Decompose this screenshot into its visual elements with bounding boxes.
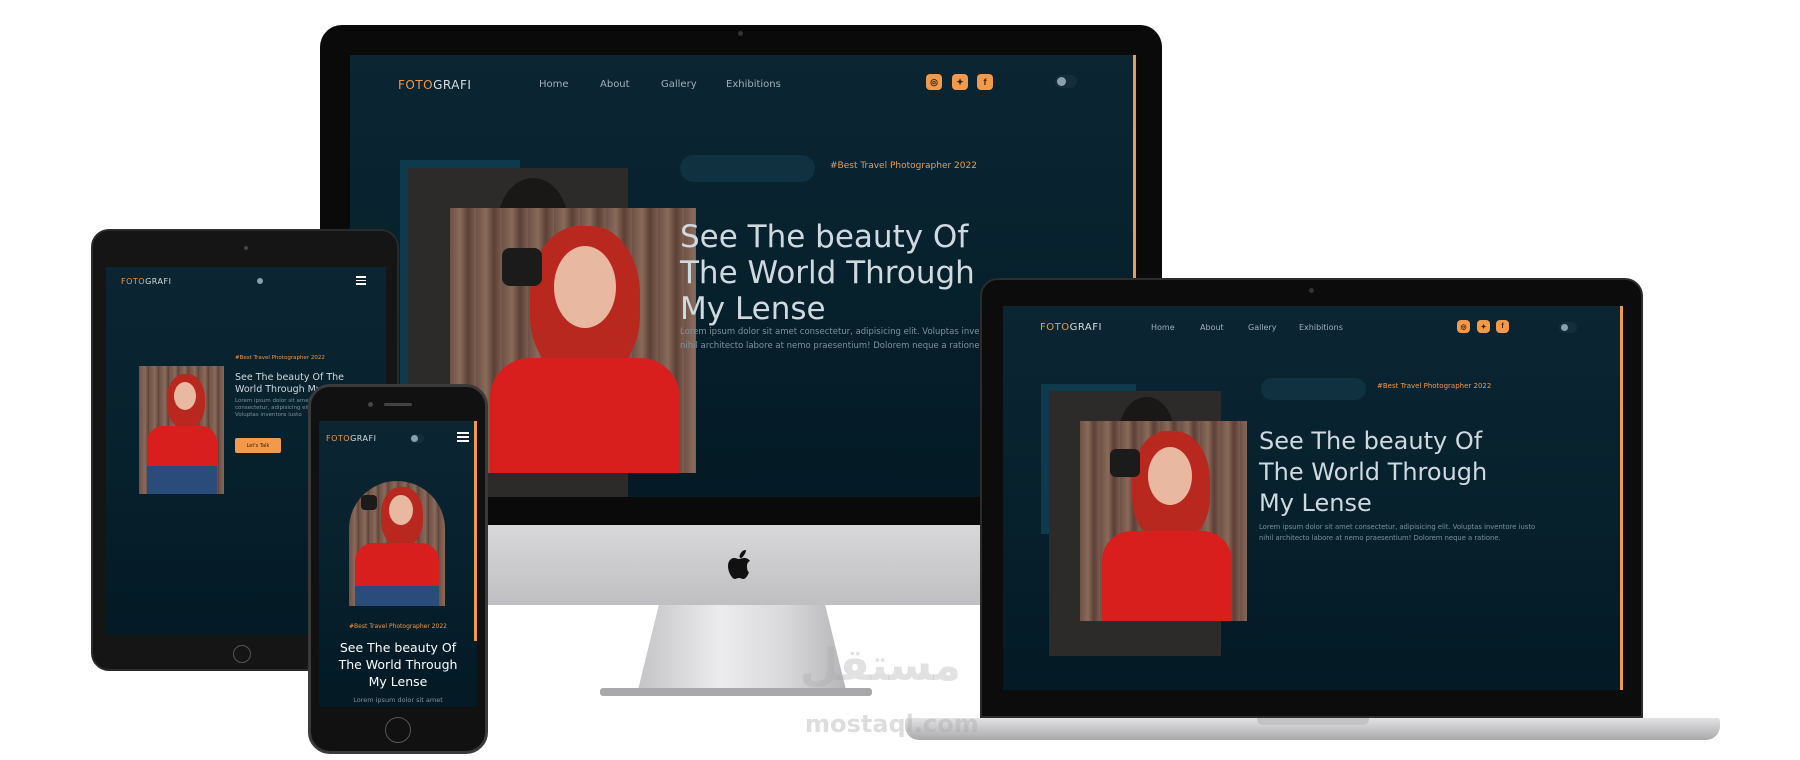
logo-rest: GRAFI [433,78,472,92]
tablet-logo[interactable]: FOTOGRAFI [121,277,171,286]
phone-menu-icon[interactable] [457,432,469,442]
logo-rest: GRAFI [1069,322,1102,333]
twitter-icon[interactable]: ✦ [1477,320,1490,333]
headline-line-3: My Lense [368,674,428,689]
laptop-screen: FOTOGRAFI Home About Gallery Exhibitions… [1003,306,1623,690]
phone-speaker [384,403,412,406]
laptop-base [905,718,1720,740]
desktop-nav-gallery[interactable]: Gallery [661,79,697,90]
phone-hero-photo [349,481,445,606]
lorem-line-2: nihil architecto labore at nemo praesent… [680,341,983,351]
tablet-camera [244,246,248,250]
facebook-icon[interactable]: f [977,74,993,90]
phone-tag: #Best Travel Photographer 2022 [349,623,447,630]
tablet-theme-dot[interactable] [257,278,263,284]
desktop-nav-about[interactable]: About [600,79,630,90]
laptop-tag: #Best Travel Photographer 2022 [1377,382,1492,390]
desktop-nav-exhibitions[interactable]: Exhibitions [726,79,781,90]
watermark-latin: mostaql.com [805,710,979,738]
headline-line-3: My Lense [1259,489,1372,517]
phone-camera [368,402,373,407]
desktop-camera [738,31,743,36]
laptop-nav-home[interactable]: Home [1151,323,1175,332]
desktop-logo[interactable]: FOTOGRAFI [398,78,471,92]
logo-accent: FOTO [1040,322,1070,333]
headline-line-2: The World Through [1259,458,1488,486]
tablet-home-button[interactable] [233,645,251,663]
desktop-theme-toggle[interactable] [1055,75,1077,88]
headline-line-3: My Lense [680,291,826,327]
laptop-theme-toggle[interactable] [1559,322,1577,333]
lorem-line-2: nihil architecto labore at nemo praesent… [1259,534,1501,542]
instagram-icon[interactable]: ◎ [926,74,942,90]
tablet-tag: #Best Travel Photographer 2022 [235,355,325,361]
tablet-hero-photo [139,366,224,494]
facebook-icon[interactable]: f [1496,320,1509,333]
twitter-icon[interactable]: ✦ [952,74,968,90]
phone-headline: See The beauty Of The World Through My L… [319,639,477,690]
laptop-edge-accent [1620,306,1623,690]
logo-accent: FOTO [326,434,351,443]
laptop-logo[interactable]: FOTOGRAFI [1040,322,1102,333]
desktop-pill [680,155,815,182]
phone-home-button[interactable] [385,717,411,743]
laptop-headline: See The beauty Of The World Through My L… [1259,426,1487,519]
tablet-menu-icon[interactable] [356,276,366,285]
laptop-nav-about[interactable]: About [1200,323,1224,332]
headline-line-2: The World Through [680,255,975,291]
watermark-arabic: مستقل [800,640,961,691]
laptop-notch [1257,718,1369,725]
desktop-lorem: Lorem ipsum dolor sit amet consectetur, … [680,325,1025,353]
laptop-hero-photo [1080,421,1247,621]
desktop-headline: See The beauty Of The World Through My L… [680,219,975,327]
laptop-lid: FOTOGRAFI Home About Gallery Exhibitions… [980,278,1643,718]
headline-line-1: See The beauty Of [339,640,457,655]
laptop-lorem: Lorem ipsum dolor sit amet consectetur, … [1259,522,1535,544]
phone-screen: FOTOGRAFI #Best Travel Photographer 2022… [319,421,477,707]
laptop-pill [1261,378,1366,400]
headline-line-1: See The beauty Of [1259,427,1483,455]
desktop-nav-home[interactable]: Home [539,79,569,90]
phone-theme-toggle[interactable] [410,434,424,443]
tablet-lorem: Lorem ipsum dolor sit amet consectetur, … [235,398,313,418]
logo-accent: FOTO [121,277,146,286]
tablet-cta-button[interactable]: Let's Talk [235,438,281,453]
phone-edge-accent [474,421,477,641]
phone-device: FOTOGRAFI #Best Travel Photographer 2022… [308,384,488,754]
lorem-line-1: Lorem ipsum dolor sit amet consectetur, … [1259,523,1536,531]
laptop-nav-gallery[interactable]: Gallery [1248,323,1277,332]
headline-line-1: See The beauty Of [680,219,969,255]
phone-lorem: Lorem ipsum dolor sit amet [353,696,443,704]
logo-rest: GRAFI [350,434,377,443]
logo-accent: FOTO [398,78,434,92]
headline-line-2: The World Through [338,657,458,672]
laptop-nav-exhibitions[interactable]: Exhibitions [1299,323,1343,332]
logo-rest: GRAFI [145,277,172,286]
instagram-icon[interactable]: ◎ [1457,320,1470,333]
phone-logo[interactable]: FOTOGRAFI [326,434,376,443]
desktop-tag: #Best Travel Photographer 2022 [830,161,977,171]
apple-logo-icon [725,547,757,583]
laptop-camera [1309,288,1314,293]
lorem-line-1: Lorem ipsum dolor sit amet consectetur, … [680,327,1026,337]
